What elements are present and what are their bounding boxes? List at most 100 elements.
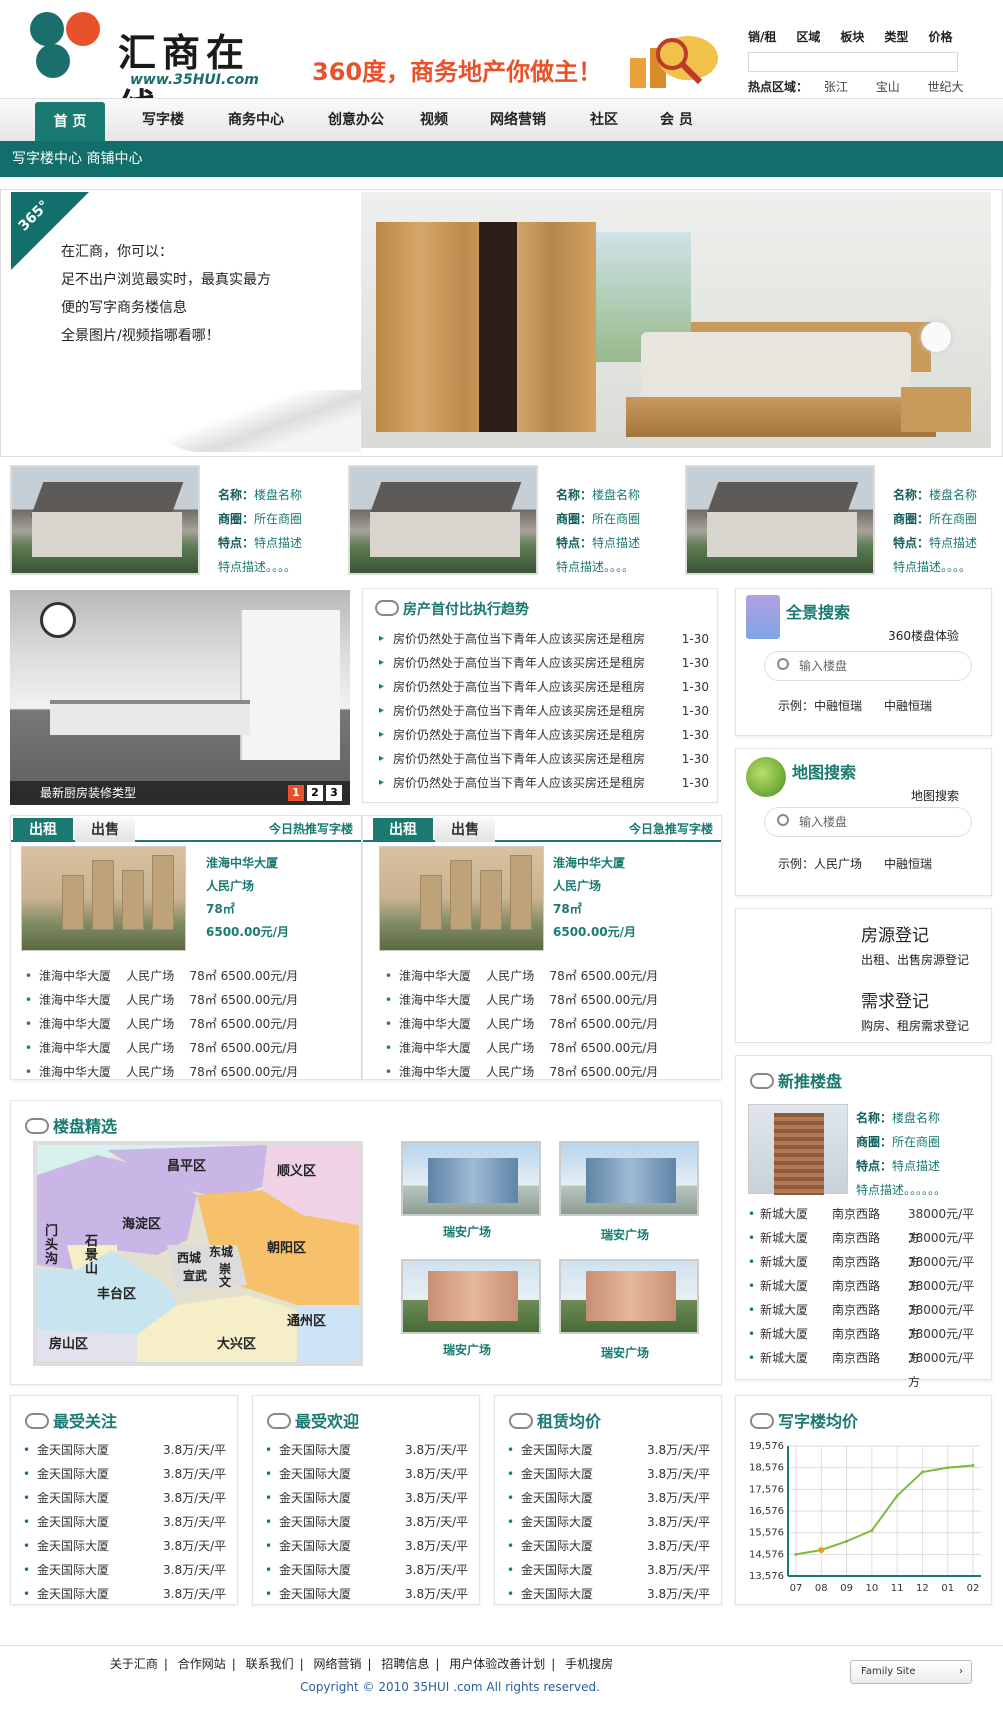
list-item[interactable]: 金天国际大厦3.8万/天/平 (265, 1510, 468, 1534)
panorama-search-input[interactable]: 输入楼盘 (764, 651, 972, 681)
list-item[interactable]: 淮海中华大厦 人民广场 78㎡ 6500.00元/月 (381, 988, 721, 1012)
example-link[interactable]: 中融恒瑞 (884, 857, 932, 871)
property-name[interactable]: 楼盘名称 (892, 1111, 940, 1125)
nav-item-home[interactable]: 首 页 (35, 102, 105, 142)
map-zone-label[interactable]: 门头沟 (45, 1225, 63, 1267)
map-zone-label[interactable]: 宣武 (183, 1267, 207, 1284)
banner[interactable]: 365° 在汇商，你可以： 足不出户浏览最实时，最真实最方 便的写字商务楼信息 … (0, 189, 1003, 457)
map-zone-label[interactable]: 昌平区 (167, 1155, 206, 1174)
list-item[interactable]: 金天国际大厦3.8万/天/平 (507, 1486, 710, 1510)
need-register-link[interactable]: 需求登记 (861, 987, 929, 1012)
list-item[interactable]: 金天国际大厦3.8万/天/平 (23, 1438, 226, 1462)
list-item[interactable]: 金天国际大厦3.8万/天/平 (507, 1438, 710, 1462)
building-name[interactable]: 淮海中华大厦 (553, 852, 636, 875)
search-tab[interactable]: 类型 (884, 28, 908, 45)
header-search-input[interactable] (748, 52, 958, 72)
building-caption[interactable]: 瑞安广场 (443, 1341, 491, 1358)
list-item[interactable]: 金天国际大厦3.8万/天/平 (507, 1582, 710, 1606)
district-map[interactable]: 昌平区 顺义区 海淀区 门头沟 石景山 西城 东城 宣武 崇文 朝阳区 丰台区 … (33, 1141, 363, 1366)
nav-item-business-center[interactable]: 商务中心 (228, 109, 284, 129)
map-zone-label[interactable]: 朝阳区 (267, 1237, 306, 1256)
hot-area-link[interactable]: 宝山 (876, 80, 900, 94)
panel-tag[interactable]: 今日急推写字楼 (629, 820, 713, 837)
search-tab[interactable]: 板块 (840, 28, 864, 45)
list-item[interactable]: 金天国际大厦3.8万/天/平 (265, 1582, 468, 1606)
news-item[interactable]: 房价仍然处于高位当下青年人应该买房还是租房1-30 (379, 771, 709, 795)
list-item[interactable]: 淮海中华大厦 人民广场 78㎡ 6500.00元/月 (381, 1060, 721, 1084)
footer-link[interactable]: 合作网站 (178, 1657, 226, 1671)
map-zone-label[interactable]: 石景山 (85, 1235, 109, 1277)
nav-item-office[interactable]: 写字楼 (142, 109, 184, 129)
map-zone-label[interactable]: 东城 (209, 1243, 233, 1260)
list-item[interactable]: 金天国际大厦3.8万/天/平 (23, 1582, 226, 1606)
map-zone-label[interactable]: 崇文 (219, 1263, 235, 1289)
slider-page-button[interactable]: 1 (288, 785, 304, 801)
panel-subtitle[interactable]: 地图搜索 (911, 787, 959, 804)
property-card[interactable]: 名称：楼盘名称 商圈：所在商圈 特点：特点描述 特点描述。。。。 (348, 465, 658, 580)
panel-tag[interactable]: 今日热推写字楼 (269, 820, 353, 837)
map-zone-label[interactable]: 通州区 (287, 1310, 326, 1329)
building-caption[interactable]: 瑞安广场 (601, 1226, 649, 1243)
list-item[interactable]: 淮海中华大厦 人民广场 78㎡ 6500.00元/月 (381, 964, 721, 988)
property-thumbnail[interactable] (685, 465, 875, 575)
tab-sale[interactable]: 出售 (75, 818, 135, 842)
building-thumbnail[interactable] (559, 1141, 699, 1216)
footer-link[interactable]: 招聘信息 (381, 1657, 429, 1671)
list-item[interactable]: 淮海中华大厦 人民广场 78㎡ 6500.00元/月 (21, 1012, 361, 1036)
property-card[interactable]: 名称：楼盘名称 商圈：所在商圈 特点：特点描述 特点描述。。。。 (10, 465, 320, 580)
list-item[interactable]: 淮海中华大厦 人民广场 78㎡ 6500.00元/月 (381, 1036, 721, 1060)
slider-page-button[interactable]: 3 (326, 785, 342, 801)
nav-item-video[interactable]: 视频 (420, 109, 448, 129)
property-thumbnail[interactable] (10, 465, 200, 575)
list-item[interactable]: 金天国际大厦3.8万/天/平 (23, 1486, 226, 1510)
list-item[interactable]: 金天国际大厦3.8万/天/平 (23, 1510, 226, 1534)
slider-page-button[interactable]: 2 (307, 785, 323, 801)
map-zone-label[interactable]: 海淀区 (122, 1213, 161, 1232)
news-item[interactable]: 房价仍然处于高位当下青年人应该买房还是租房1-30 (379, 699, 709, 723)
nav-item-creative-office[interactable]: 创意办公 (328, 109, 384, 129)
building-thumbnail[interactable] (21, 846, 186, 951)
building-thumbnail[interactable] (748, 1104, 848, 1195)
hot-area-link[interactable]: 张江 (824, 80, 848, 94)
footer-link[interactable]: 联系我们 (246, 1657, 294, 1671)
tab-sale[interactable]: 出售 (435, 818, 495, 842)
list-item[interactable]: 金天国际大厦3.8万/天/平 (23, 1462, 226, 1486)
list-item[interactable]: 新城大厦南京西路38000元/平方 (746, 1274, 983, 1317)
search-tab[interactable]: 价格 (928, 28, 952, 45)
list-item[interactable]: 金天国际大厦3.8万/天/平 (23, 1558, 226, 1582)
footer-link[interactable]: 用户体验改善计划 (449, 1657, 545, 1671)
map-zone-label[interactable]: 房山区 (49, 1333, 88, 1352)
building-thumbnail[interactable] (401, 1141, 541, 1216)
list-item[interactable]: 金天国际大厦3.8万/天/平 (265, 1534, 468, 1558)
tab-rent[interactable]: 出租 (13, 818, 73, 842)
property-name[interactable]: 楼盘名称 (592, 488, 640, 502)
nav-item-member[interactable]: 会 员 (660, 109, 693, 129)
list-item[interactable]: 淮海中华大厦 人民广场 78㎡ 6500.00元/月 (381, 1012, 721, 1036)
list-item[interactable]: 金天国际大厦3.8万/天/平 (507, 1510, 710, 1534)
example-link[interactable]: 人民广场 (814, 857, 862, 871)
news-item[interactable]: 房价仍然处于高位当下青年人应该买房还是租房1-30 (379, 747, 709, 771)
footer-link[interactable]: 关于汇商 (110, 1657, 158, 1671)
news-item[interactable]: 房价仍然处于高位当下青年人应该买房还是租房1-30 (379, 675, 709, 699)
search-tab[interactable]: 区域 (796, 28, 820, 45)
building-caption[interactable]: 瑞安广场 (443, 1223, 491, 1240)
list-item[interactable]: 金天国际大厦3.8万/天/平 (507, 1462, 710, 1486)
property-thumbnail[interactable] (348, 465, 538, 575)
building-name[interactable]: 淮海中华大厦 (206, 852, 289, 875)
list-item[interactable]: 新城大厦南京西路38000元/平方 (746, 1226, 983, 1269)
map-zone-label[interactable]: 大兴区 (217, 1333, 256, 1352)
list-item[interactable]: 新城大厦南京西路38000元/平方 (746, 1322, 983, 1365)
list-item[interactable]: 金天国际大厦3.8万/天/平 (265, 1486, 468, 1510)
example-link[interactable]: 中融恒瑞 (814, 699, 862, 713)
property-name[interactable]: 楼盘名称 (254, 488, 302, 502)
list-item[interactable]: 淮海中华大厦 人民广场 78㎡ 6500.00元/月 (21, 1036, 361, 1060)
panel-subtitle[interactable]: 360楼盘体验 (888, 627, 959, 644)
family-site-select[interactable]: Family Site (850, 1660, 972, 1684)
list-item[interactable]: 新城大厦南京西路38000元/平方 (746, 1250, 983, 1293)
nav-item-community[interactable]: 社区 (590, 109, 618, 129)
building-thumbnail[interactable] (401, 1259, 541, 1334)
list-item[interactable]: 淮海中华大厦 人民广场 78㎡ 6500.00元/月 (21, 964, 361, 988)
map-zone-label[interactable]: 西城 (177, 1249, 201, 1266)
example-link[interactable]: 中融恒瑞 (884, 699, 932, 713)
nav-item-marketing[interactable]: 网络营销 (490, 109, 546, 129)
